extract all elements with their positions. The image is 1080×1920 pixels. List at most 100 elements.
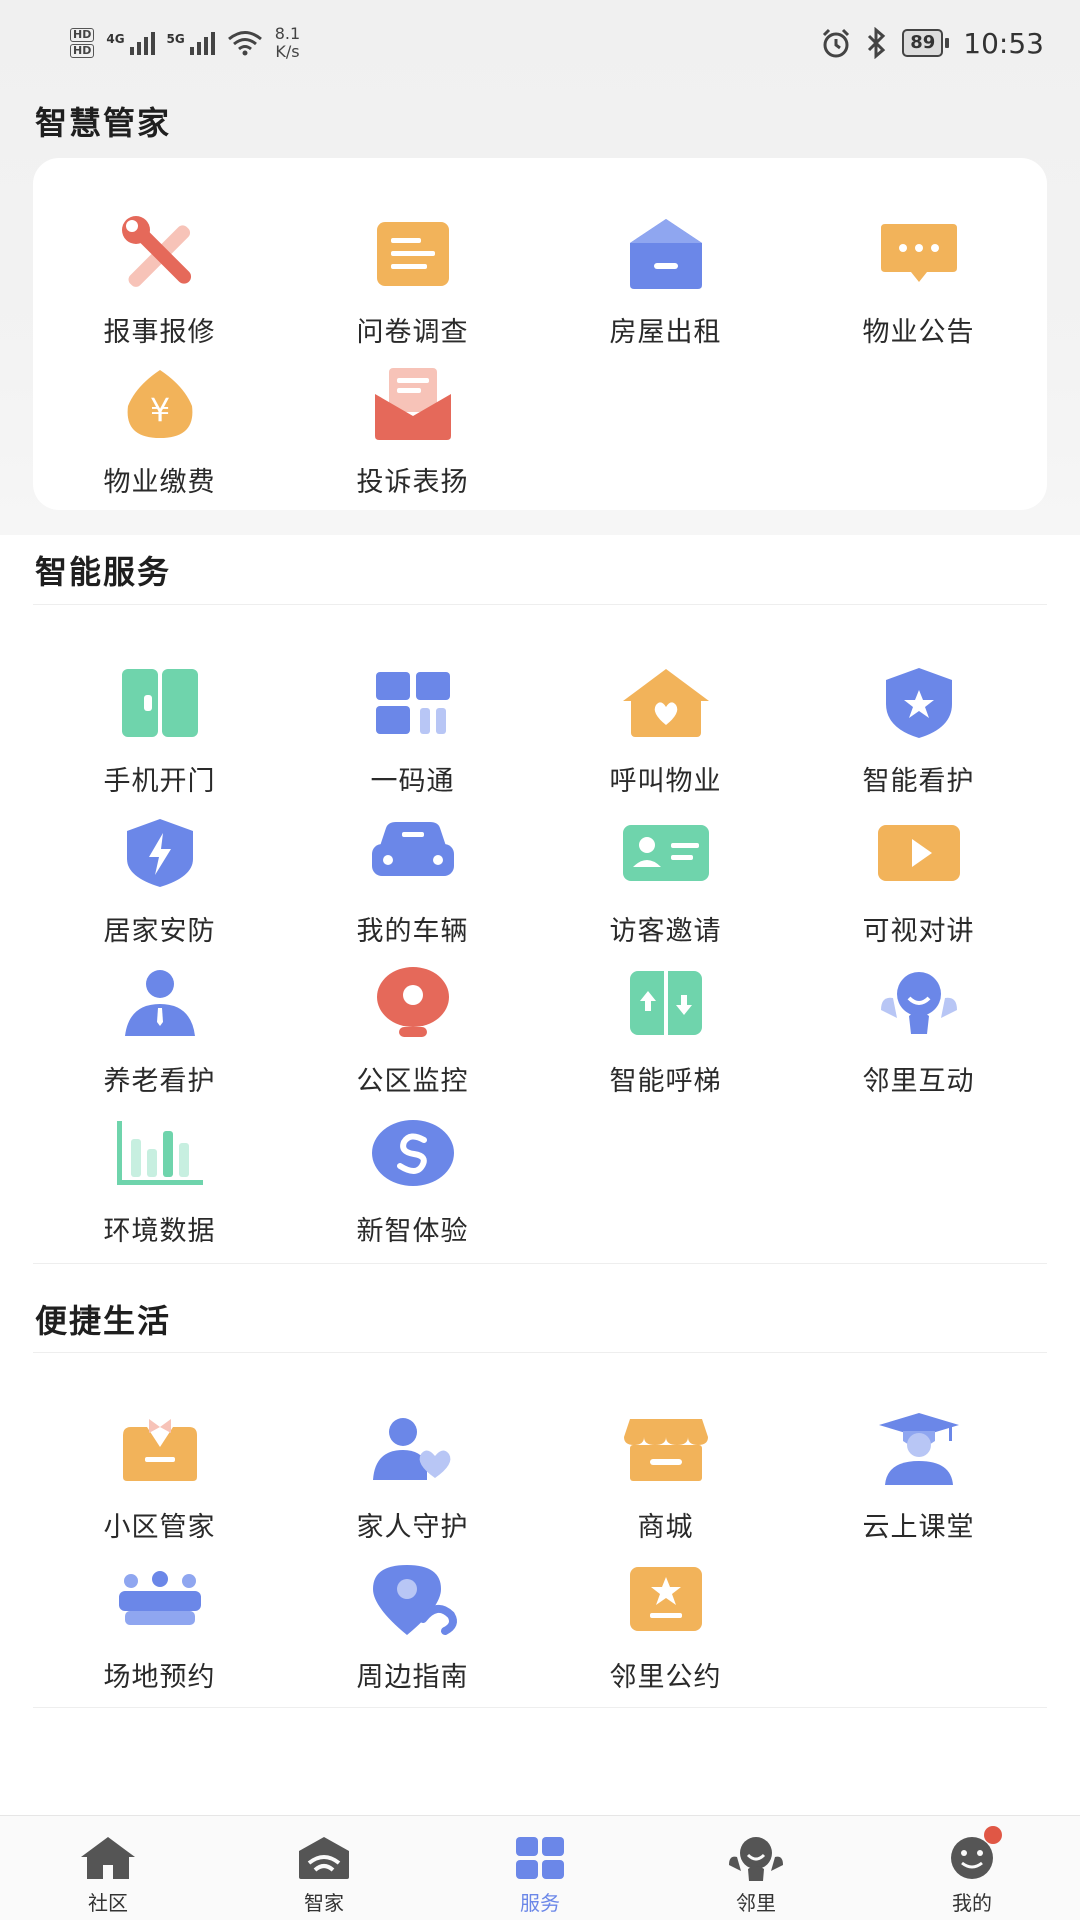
battery-icon: 89: [902, 29, 950, 57]
service-home-security[interactable]: 居家安防: [33, 805, 286, 955]
service-neighbor-convention[interactable]: 邻里公约: [539, 1551, 792, 1701]
alarm-icon: [823, 28, 850, 58]
nav-label: 社区: [88, 1891, 128, 1915]
nav-tab-profile[interactable]: 我的: [864, 1816, 1080, 1920]
notification-badge: [984, 1826, 1002, 1844]
service-community-butler[interactable]: 小区管家: [33, 1401, 286, 1551]
service-announcement[interactable]: 物业公告: [792, 206, 1045, 356]
service-neighbor[interactable]: 邻里互动: [792, 955, 1045, 1105]
nav-label: 我的: [952, 1891, 992, 1915]
bottom-navigation: 社区 智家 服务 邻里 我的: [0, 1815, 1080, 1920]
status-bar: HD HD 4G 5G 8.1 K/s 89 10:53: [0, 0, 1080, 86]
service-nearby-guide[interactable]: 周边指南: [286, 1551, 539, 1701]
announcement-icon: [871, 206, 967, 302]
service-label: 邻里互动: [862, 1066, 975, 1097]
camera-icon: [365, 955, 461, 1051]
nav-tab-smart-home[interactable]: 智家: [216, 1816, 432, 1920]
service-label: 商城: [637, 1512, 694, 1543]
service-payment[interactable]: ¥ 物业缴费: [33, 356, 286, 506]
section-title-smart: 智能服务: [35, 553, 172, 591]
service-repair[interactable]: 报事报修: [33, 206, 286, 356]
grid-smart: 手机开门 一码通 呼叫物业 智能看护 居家安防 我的车辆 访客邀请 可视对讲 养…: [33, 655, 1047, 1255]
payment-icon: ¥: [112, 356, 208, 452]
car-icon: [365, 805, 461, 901]
service-label: 新智体验: [356, 1216, 469, 1247]
service-survey[interactable]: 问卷调查: [286, 206, 539, 356]
experience-icon: [365, 1105, 461, 1201]
service-call-property[interactable]: 呼叫物业: [539, 655, 792, 805]
service-label: 家人守护: [356, 1512, 469, 1543]
service-label: 养老看护: [103, 1066, 216, 1097]
service-my-car[interactable]: 我的车辆: [286, 805, 539, 955]
signal-4g-icon: 4G: [106, 31, 155, 55]
service-cloud-class[interactable]: 云上课堂: [792, 1401, 1045, 1551]
service-label: 云上课堂: [862, 1512, 975, 1543]
service-label: 访客邀请: [609, 916, 722, 947]
service-video-intercom[interactable]: 可视对讲: [792, 805, 1045, 955]
nav-tab-services[interactable]: 服务: [432, 1816, 648, 1920]
house-rent-icon: [618, 206, 714, 302]
service-rent[interactable]: 房屋出租: [539, 206, 792, 356]
service-label: 房屋出租: [609, 317, 722, 348]
bluetooth-icon: [868, 27, 886, 59]
elder-care-icon: [112, 955, 208, 1051]
battery-level: 89: [902, 29, 944, 57]
chart-icon: [112, 1105, 208, 1201]
home-icon: [78, 1831, 138, 1885]
nav-label: 智家: [304, 1891, 344, 1915]
grid-life: 小区管家 家人守护 商城 云上课堂 场地预约 周边指南 邻里公约: [33, 1401, 1047, 1701]
service-store[interactable]: 商城: [539, 1401, 792, 1551]
service-label: 手机开门: [103, 766, 216, 797]
network-speed: 8.1 K/s: [274, 24, 301, 61]
nav-tab-community[interactable]: 社区: [0, 1816, 216, 1920]
video-intercom-icon: [871, 805, 967, 901]
security-icon: [112, 805, 208, 901]
service-label: 投诉表扬: [356, 467, 469, 498]
hd-indicator: HD HD: [70, 28, 95, 58]
nav-tab-neighbors[interactable]: 邻里: [648, 1816, 864, 1920]
svg-text:¥: ¥: [149, 391, 169, 429]
grid-icon: [510, 1831, 570, 1885]
service-label: 问卷调查: [356, 317, 469, 348]
service-elevator[interactable]: 智能呼梯: [539, 955, 792, 1105]
service-smart-care[interactable]: 智能看护: [792, 655, 1045, 805]
service-label: 可视对讲: [862, 916, 975, 947]
qr-grid-icon: [365, 655, 461, 751]
convention-icon: [618, 1551, 714, 1647]
service-label: 我的车辆: [356, 916, 469, 947]
card-butler: 报事报修 问卷调查 房屋出租 物业公告 ¥ 物业缴费 投诉表扬: [33, 158, 1047, 510]
butler-icon: [112, 1401, 208, 1497]
service-venue-booking[interactable]: 场地预约: [33, 1551, 286, 1701]
service-one-code[interactable]: 一码通: [286, 655, 539, 805]
venue-icon: [112, 1551, 208, 1647]
service-public-monitor[interactable]: 公区监控: [286, 955, 539, 1105]
service-visitor[interactable]: 访客邀请: [539, 805, 792, 955]
wrench-icon: [112, 206, 208, 302]
grid-butler: 报事报修 问卷调查 房屋出租 物业公告 ¥ 物业缴费 投诉表扬: [33, 206, 1047, 506]
service-environment[interactable]: 环境数据: [33, 1105, 286, 1255]
service-label: 智能呼梯: [609, 1066, 722, 1097]
wifi-icon: [227, 31, 262, 56]
hd-label-1: HD: [70, 28, 95, 42]
family-guard-icon: [365, 1401, 461, 1497]
service-family-guard[interactable]: 家人守护: [286, 1401, 539, 1551]
service-phone-door[interactable]: 手机开门: [33, 655, 286, 805]
nav-label: 服务: [520, 1891, 560, 1915]
service-experience[interactable]: 新智体验: [286, 1105, 539, 1255]
call-property-icon: [618, 655, 714, 751]
service-complaint[interactable]: 投诉表扬: [286, 356, 539, 506]
service-label: 物业公告: [862, 317, 975, 348]
neighbor-nav-icon: [726, 1831, 786, 1885]
service-label: 一码通: [370, 766, 455, 797]
map-pin-icon: [365, 1551, 461, 1647]
status-bar-right: 89 10:53: [820, 27, 1044, 60]
service-label: 小区管家: [103, 1512, 216, 1543]
survey-icon: [365, 206, 461, 302]
service-label: 周边指南: [356, 1662, 469, 1693]
graduation-icon: [871, 1401, 967, 1497]
service-elder-care[interactable]: 养老看护: [33, 955, 286, 1105]
section-title-butler: 智慧管家: [35, 104, 172, 142]
status-bar-left: HD HD 4G 5G 8.1 K/s: [70, 25, 300, 61]
neighbor-icon: [871, 955, 967, 1051]
service-label: 邻里公约: [609, 1662, 722, 1693]
